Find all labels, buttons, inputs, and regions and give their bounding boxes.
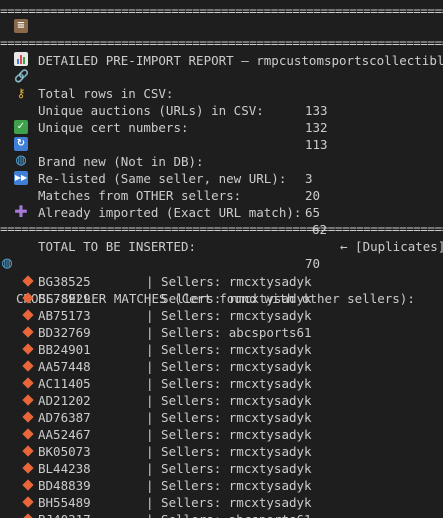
globe-icon: ◍	[1, 256, 13, 271]
seller-names: | Sellers: rmcxtysadyk	[146, 393, 312, 408]
seller-names: | Sellers: rmcxtysadyk	[146, 461, 312, 476]
cert-number: BL78929	[38, 291, 91, 306]
breakdown-value: 20	[305, 188, 321, 203]
orange-diamond-icon	[22, 462, 34, 474]
cert-number: BD32769	[38, 325, 91, 340]
orange-diamond-icon	[22, 360, 34, 372]
stat-label: Unique auctions (URLs) in CSV:	[38, 103, 264, 118]
orange-diamond-icon	[22, 513, 34, 518]
bar-chart-icon	[14, 52, 28, 66]
orange-diamond-icon	[22, 445, 34, 457]
seller-names: | Sellers: rmcxtysadyk	[146, 410, 312, 425]
stat-unique-auctions: 🔗 Unique auctions (URLs) in CSV: 132	[0, 68, 443, 135]
list-item: BH55489 | Sellers: rmcxtysadyk	[0, 494, 443, 511]
clipboard-icon: ≡	[14, 19, 28, 33]
rule-bottom: ========================================…	[0, 221, 443, 236]
seller-names: | Sellers: rmcxtysadyk	[146, 427, 312, 442]
breakdown-label: Matches from OTHER sellers:	[38, 188, 242, 203]
cert-number: BL44238	[38, 461, 91, 476]
rule-top: ========================================…	[0, 3, 443, 18]
seller-names: | Sellers: abcsports61	[146, 325, 312, 340]
seller-names: | Sellers: rmcxtysadyk	[146, 308, 312, 323]
list-item: BK05073 | Sellers: rmcxtysadyk	[0, 443, 443, 460]
seller-names: | Sellers: abcsports61	[146, 511, 312, 518]
key-icon: ⚷	[16, 86, 26, 100]
orange-diamond-icon	[22, 309, 34, 321]
cross-seller-header: ◍ CROSS-SELLER MATCHES (Cert found with …	[0, 256, 443, 307]
cert-number: AD76387	[38, 410, 91, 425]
fast-forward-icon: ▶▶	[14, 171, 28, 185]
cert-number: AB75173	[38, 308, 91, 323]
list-item: AD76387 | Sellers: rmcxtysadyk	[0, 409, 443, 426]
seller-names: | Sellers: rmcxtysadyk	[146, 291, 312, 306]
orange-diamond-icon	[22, 275, 34, 287]
orange-diamond-icon	[22, 479, 34, 491]
globe-icon: ◍	[15, 153, 27, 168]
list-item: AA57448 | Sellers: rmcxtysadyk	[0, 358, 443, 375]
list-item: AC11405 | Sellers: rmcxtysadyk	[0, 375, 443, 392]
list-item: BG38525 | Sellers: rmcxtysadyk	[0, 273, 443, 290]
cert-number: AA57448	[38, 359, 91, 374]
orange-diamond-icon	[22, 411, 34, 423]
breakdown-relisted: ↻ Re-listed (Same seller, new URL): 20	[0, 136, 443, 203]
cert-number: AC11405	[38, 376, 91, 391]
list-item: BJ40317 | Sellers: abcsports61	[0, 511, 443, 518]
seller-names: | Sellers: rmcxtysadyk	[146, 274, 312, 289]
breakdown-brand-new: ✓ Brand new (Not in DB): 3	[0, 119, 443, 186]
orange-diamond-icon	[22, 377, 34, 389]
cert-number: AD21202	[38, 393, 91, 408]
link-icon: 🔗	[14, 69, 29, 83]
cert-number: BD48839	[38, 478, 91, 493]
seller-names: | Sellers: rmcxtysadyk	[146, 359, 312, 374]
duplicates-note: ← [Duplicates]	[340, 239, 443, 254]
list-item: BD32769 | Sellers: abcsports61	[0, 324, 443, 341]
orange-diamond-icon	[22, 428, 34, 440]
cert-number: BG38525	[38, 274, 91, 289]
list-item: BL78929 | Sellers: rmcxtysadyk	[0, 290, 443, 307]
orange-diamond-icon	[22, 292, 34, 304]
stat-total-rows: Total rows in CSV: 133	[0, 51, 443, 118]
orange-diamond-icon	[22, 394, 34, 406]
report-title-line: ≡ DETAILED PRE-IMPORT REPORT — rmpcustom…	[0, 18, 443, 68]
total-label: TOTAL TO BE INSERTED:	[38, 239, 197, 254]
seller-names: | Sellers: rmcxtysadyk	[146, 478, 312, 493]
seller-names: | Sellers: rmcxtysadyk	[146, 495, 312, 510]
seller-names: | Sellers: rmcxtysadyk	[146, 342, 312, 357]
list-item: BB24901 | Sellers: rmcxtysadyk	[0, 341, 443, 358]
breakdown-other-sellers: ◍ Matches from OTHER sellers: 65	[0, 153, 443, 221]
cert-number: BB24901	[38, 342, 91, 357]
stat-value: 133	[305, 103, 328, 118]
list-item: BL44238 | Sellers: rmcxtysadyk	[0, 460, 443, 477]
list-item: AA52467 | Sellers: rmcxtysadyk	[0, 426, 443, 443]
terminal-output: ========================================…	[0, 0, 443, 518]
cert-number: BJ40317	[38, 511, 91, 518]
seller-names: | Sellers: rmcxtysadyk	[146, 376, 312, 391]
orange-diamond-icon	[22, 496, 34, 508]
list-item: AB75173 | Sellers: rmcxtysadyk	[0, 307, 443, 324]
cert-number: BK05073	[38, 444, 91, 459]
stat-unique-certs: ⚷ Unique cert numbers: 113	[0, 85, 443, 152]
breakdown-already-imported: ▶▶ Already imported (Exact URL match): 6…	[0, 170, 443, 254]
list-item: AD21202 | Sellers: rmcxtysadyk	[0, 392, 443, 409]
check-icon: ✓	[14, 120, 28, 134]
plus-icon: ✚	[14, 202, 28, 221]
total-to-insert: ✚ TOTAL TO BE INSERTED: 70	[0, 202, 443, 272]
rule-mid: ========================================…	[0, 35, 443, 50]
list-item: BD48839 | Sellers: rmcxtysadyk	[0, 477, 443, 494]
cert-number: BH55489	[38, 495, 91, 510]
cert-number: AA52467	[38, 427, 91, 442]
orange-diamond-icon	[22, 343, 34, 355]
seller-names: | Sellers: rmcxtysadyk	[146, 444, 312, 459]
cycle-icon: ↻	[14, 137, 28, 151]
orange-diamond-icon	[22, 326, 34, 338]
